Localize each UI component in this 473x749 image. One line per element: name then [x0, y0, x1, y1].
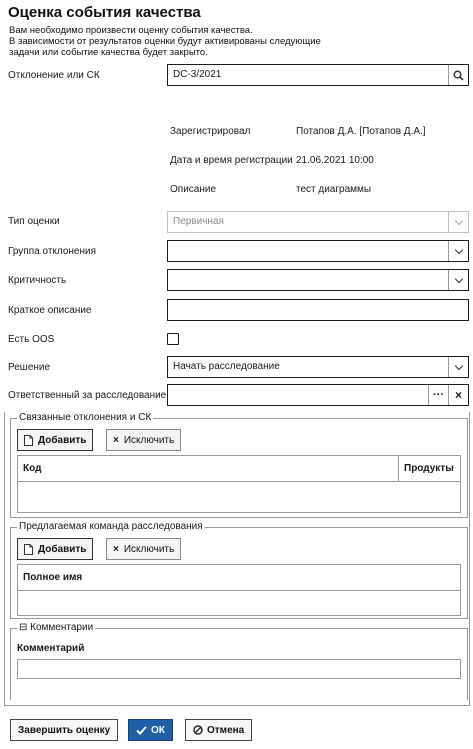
team-table: Полное имя [17, 564, 461, 616]
decision-dropdown[interactable] [448, 357, 468, 377]
finish-assessment-label: Завершить оценку [18, 724, 111, 736]
column-header-products[interactable]: Продукты [404, 463, 454, 474]
intro-line: В зависимости от результатов оценки буду… [9, 36, 321, 47]
column-header-full-name[interactable]: Полное имя [23, 572, 82, 583]
registered-by-label: Зарегистрировал [170, 126, 251, 137]
linked-add-label: Добавить [38, 434, 87, 446]
dialog-title: Оценка события качества [8, 4, 201, 21]
team-table-header: Полное имя [18, 565, 460, 591]
close-icon: × [454, 388, 462, 402]
description-label: Описание [170, 184, 217, 195]
decision-value: Начать расследование [173, 361, 280, 372]
intro-line: задачи или событие качества будет закрыт… [9, 47, 208, 58]
linked-deviations-group: Связанные отклонения и СК Добавить × Иск… [10, 412, 468, 518]
decision-label: Решение [8, 362, 51, 373]
finish-assessment-button[interactable]: Завершить оценку [10, 719, 119, 741]
investigation-team-group: Предлагаемая команда расследования Добав… [10, 521, 468, 619]
comment-label: Комментарий [17, 643, 85, 654]
criticality-label: Критичность [8, 275, 67, 286]
responsible-more-button[interactable]: ··· [428, 385, 448, 405]
decision-select[interactable]: Начать расследование [167, 356, 469, 378]
assessment-type-dropdown [448, 212, 468, 232]
ok-button[interactable]: ОК [128, 719, 173, 741]
chevron-down-icon [454, 216, 463, 225]
checkmark-icon [136, 725, 147, 735]
search-button[interactable] [448, 65, 468, 85]
deviation-group-dropdown[interactable] [448, 241, 468, 261]
linked-table-header: Код Продукты [18, 456, 460, 482]
responsible-label: Ответственный за расследование [8, 390, 167, 401]
chevron-down-icon [454, 274, 463, 283]
more-icon: ··· [433, 389, 444, 401]
comments-legend-label: Комментарии [30, 622, 94, 633]
description-value: тест диаграммы [296, 184, 372, 195]
assessment-type-select: Первичная [167, 211, 469, 233]
assessment-type-value: Первичная [173, 216, 224, 227]
chevron-down-icon [454, 361, 463, 370]
linked-remove-label: Исключить [123, 434, 175, 446]
team-add-button[interactable]: Добавить [17, 538, 94, 560]
assessment-type-label: Тип оценки [8, 216, 60, 227]
has-oos-label: Есть OOS [8, 334, 55, 345]
chevron-down-icon [454, 245, 463, 254]
criticality-dropdown[interactable] [448, 270, 468, 290]
registered-by-value: Потапов Д.А. [Потапов Д.А.] [296, 126, 426, 137]
deviation-field[interactable]: DC-3/2021 [167, 64, 469, 86]
cancel-button[interactable]: Отмена [185, 719, 253, 741]
responsible-field[interactable]: ··· × [167, 384, 469, 406]
investigation-team-legend: Предлагаемая команда расследования [17, 521, 205, 532]
deviation-value: DC-3/2021 [173, 69, 222, 80]
short-description-input[interactable] [167, 299, 469, 321]
close-icon: × [113, 434, 119, 446]
column-divider [398, 456, 399, 481]
cancel-icon [193, 725, 203, 735]
deviation-label: Отклонение или СК [8, 70, 100, 81]
deviation-group-select[interactable] [167, 240, 469, 262]
dialog-intro: Вам необходимо произвести оценку события… [9, 25, 321, 58]
collapse-icon[interactable]: ⊟ [19, 622, 27, 633]
document-icon [24, 543, 33, 555]
comments-legend[interactable]: ⊟ Комментарии [17, 622, 96, 633]
team-add-label: Добавить [38, 543, 87, 555]
linked-add-button[interactable]: Добавить [17, 429, 94, 451]
registered-at-value: 21.06.2021 10:00 [296, 155, 374, 166]
cancel-label: Отмена [207, 724, 245, 736]
document-icon [24, 434, 33, 446]
linked-remove-button[interactable]: × Исключить [106, 429, 182, 451]
registered-at-label: Дата и время регистрации [170, 155, 293, 166]
responsible-clear-button[interactable]: × [448, 385, 468, 405]
linked-table: Код Продукты [17, 455, 461, 513]
comments-group: ⊟ Комментарии Комментарий [10, 622, 468, 700]
team-remove-label: Исключить [123, 543, 175, 555]
team-remove-button[interactable]: × Исключить [106, 538, 182, 560]
search-icon [453, 70, 464, 81]
criticality-select[interactable] [167, 269, 469, 291]
comment-input[interactable] [17, 659, 461, 679]
ok-label: ОК [151, 724, 165, 736]
short-description-label: Краткое описание [8, 305, 92, 316]
intro-line: Вам необходимо произвести оценку события… [9, 25, 253, 36]
has-oos-checkbox[interactable] [167, 333, 179, 345]
close-icon: × [113, 543, 119, 555]
column-header-code[interactable]: Код [23, 463, 41, 474]
deviation-group-label: Группа отклонения [8, 246, 96, 257]
linked-deviations-legend: Связанные отклонения и СК [17, 412, 154, 423]
